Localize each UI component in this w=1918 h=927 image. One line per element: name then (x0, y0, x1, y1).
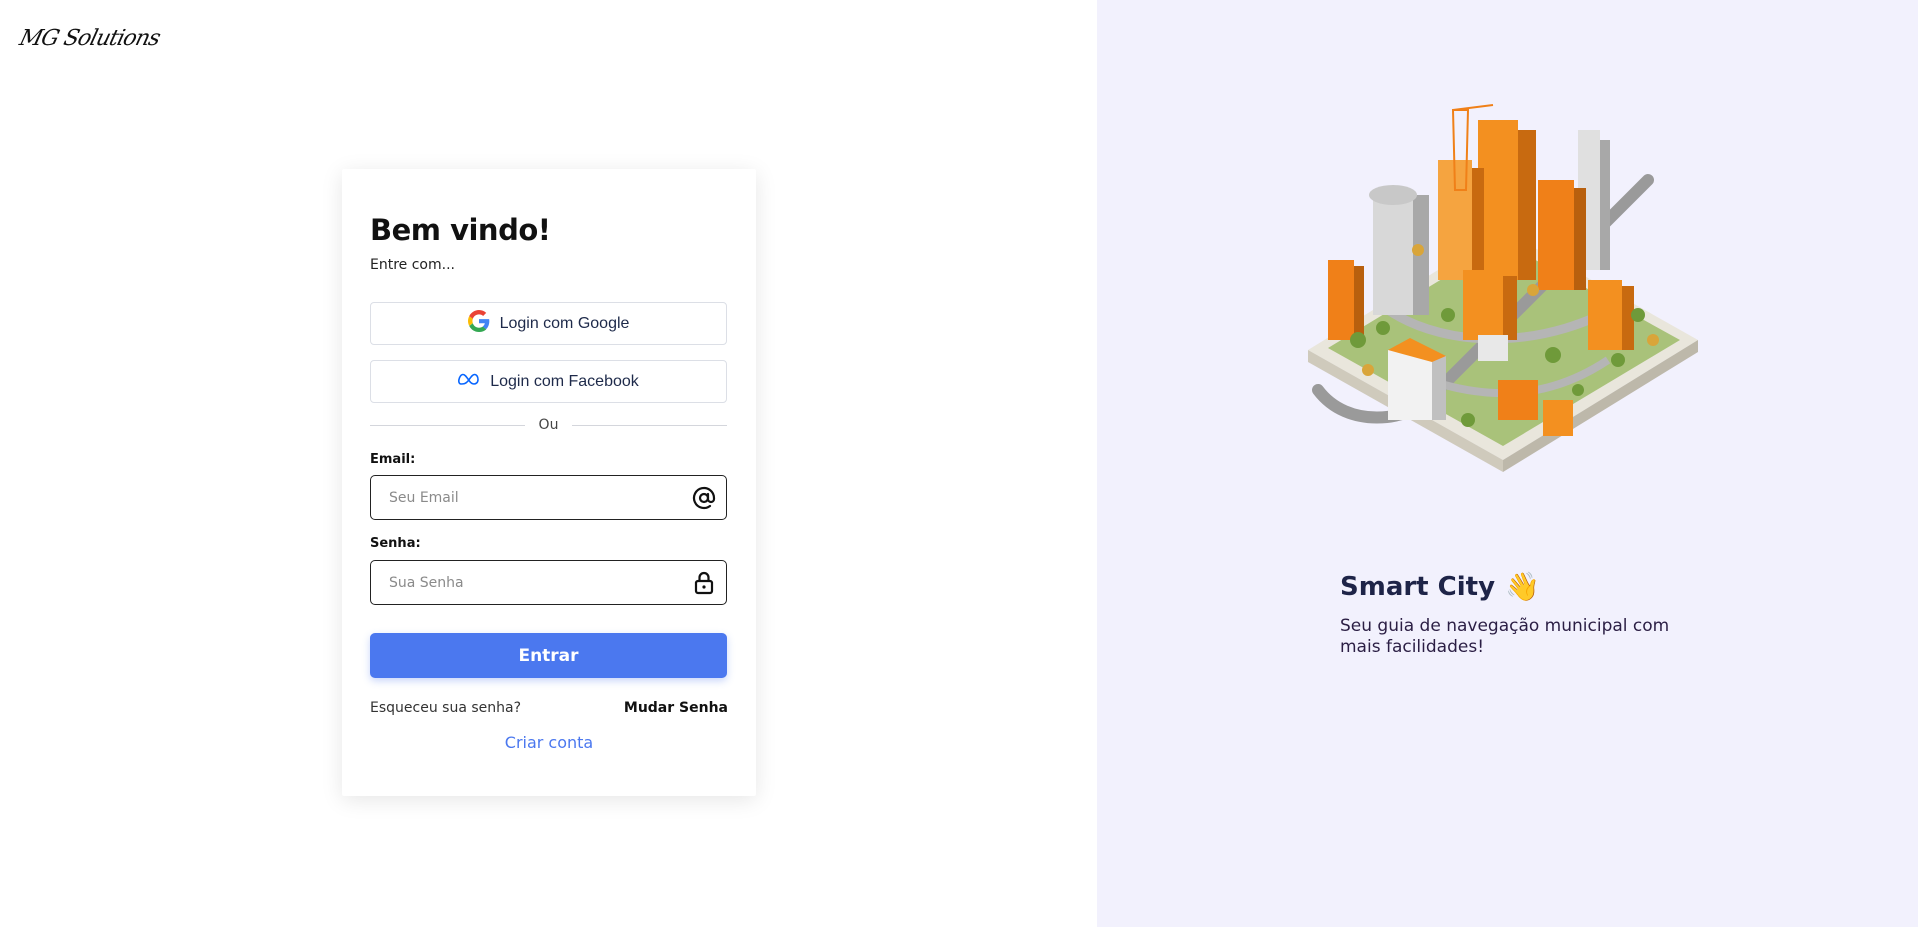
divider-line-left (370, 424, 525, 426)
facebook-login-label: Login com Facebook (490, 372, 639, 390)
email-field-wrapper (370, 475, 727, 520)
promo-subtitle: Seu guia de navegação municipal com mais… (1340, 616, 1670, 657)
google-icon (467, 310, 490, 337)
brand-logo-text: MG Solutions (16, 26, 163, 51)
divider-text: Ou (538, 417, 559, 433)
password-field-wrapper (370, 560, 727, 605)
lock-icon (682, 561, 726, 604)
email-label: Email: (370, 452, 416, 467)
smart-city-illustration (1288, 100, 1718, 510)
password-label: Senha: (370, 536, 421, 551)
meta-icon (458, 372, 480, 391)
divider-line-right (572, 424, 727, 426)
email-field[interactable] (371, 476, 682, 519)
login-card: Bem vindo! Entre com... Login com Google… (342, 169, 756, 796)
waving-hand-icon: 👋 (1505, 570, 1540, 603)
promo-title: Smart City 👋 (1340, 570, 1540, 603)
page-title: Bem vindo! (370, 213, 551, 247)
google-login-button[interactable]: Login com Google (370, 302, 727, 345)
login-panel: MG Solutions Bem vindo! Entre com... Log… (0, 0, 1097, 927)
login-subtitle: Entre com... (370, 257, 455, 273)
login-submit-button[interactable]: Entrar (370, 633, 727, 678)
forgot-password-text: Esqueceu sua senha? (370, 700, 522, 716)
or-divider: Ou (370, 415, 727, 435)
create-account-link[interactable]: Criar conta (342, 733, 756, 752)
at-sign-icon (682, 476, 726, 519)
facebook-login-button[interactable]: Login com Facebook (370, 360, 727, 403)
google-login-label: Login com Google (499, 314, 630, 332)
brand-logo: MG Solutions (16, 26, 184, 66)
change-password-link[interactable]: Mudar Senha (624, 700, 728, 716)
promo-title-text: Smart City (1340, 571, 1496, 602)
password-field[interactable] (371, 561, 682, 604)
